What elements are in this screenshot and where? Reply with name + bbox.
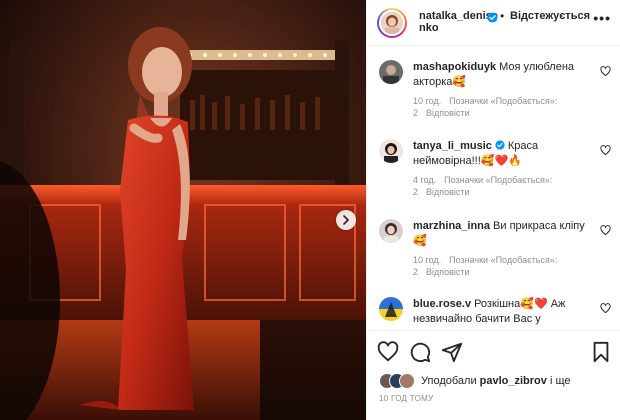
commenter-avatar[interactable] (379, 297, 403, 321)
comment-username[interactable]: blue.rose.v (413, 298, 471, 310)
commenter-avatar[interactable] (379, 139, 403, 163)
comments-list[interactable]: mashapokiduyk Моя улюблена акторка🥰 10 го… (367, 47, 620, 329)
comment-time[interactable]: 4 год. (413, 175, 436, 185)
likes-prefix: Уподобали (421, 375, 477, 387)
comment-username[interactable]: marzhina_inna (413, 220, 490, 232)
heart-icon[interactable] (377, 341, 399, 363)
post-photo[interactable] (0, 0, 366, 420)
avatar (399, 373, 415, 389)
comment-reply-button[interactable]: Відповісти (426, 187, 470, 197)
comment-username[interactable]: mashapokiduyk (413, 61, 496, 73)
owner-avatar-image (381, 12, 403, 34)
verified-badge-icon (487, 12, 498, 23)
more-options-button[interactable]: ••• (593, 10, 611, 26)
commenter-avatar[interactable] (379, 60, 403, 84)
post-details-panel: natalka_denisenko • Відстежується ••• ma… (366, 0, 620, 420)
comment-username[interactable]: tanya_li_music (413, 140, 492, 152)
comment-reply-button[interactable]: Відповісти (426, 108, 470, 118)
bookmark-icon[interactable] (591, 341, 611, 363)
comment-time[interactable]: 10 год. (413, 96, 441, 106)
comment-reply-button[interactable]: Відповісти (426, 267, 470, 277)
owner-avatar[interactable] (377, 8, 407, 38)
avatar-image (379, 139, 403, 163)
heart-icon[interactable] (600, 225, 611, 236)
next-image-button[interactable] (336, 210, 356, 230)
heart-icon[interactable] (600, 303, 611, 314)
separator-dot: • (500, 9, 505, 23)
photo-image (0, 0, 366, 420)
heart-icon[interactable] (600, 145, 611, 156)
likes-suffix[interactable]: і ще (550, 375, 571, 387)
verified-badge-icon (495, 140, 505, 150)
liker-avatars (379, 373, 415, 389)
avatar-image (379, 297, 403, 321)
heart-icon[interactable] (600, 66, 611, 77)
likes-text: Уподобали pavlo_zibrov і ще (421, 375, 571, 387)
commenter-avatar[interactable] (379, 219, 403, 243)
comment-icon[interactable] (409, 341, 431, 363)
liker-username[interactable]: pavlo_zibrov (480, 375, 547, 387)
comment-time[interactable]: 10 год. (413, 255, 441, 265)
avatar-image (379, 219, 403, 243)
action-bar (367, 330, 620, 372)
share-icon[interactable] (441, 341, 463, 363)
chevron-right-icon (343, 215, 349, 225)
post-header: natalka_denisenko • Відстежується ••• (367, 0, 620, 46)
avatar-image (379, 60, 403, 84)
likes-summary[interactable]: Уподобали pavlo_zibrov і ще (379, 372, 619, 390)
post-timestamp[interactable]: 10 ГОД ТОМУ (379, 394, 434, 403)
following-button[interactable]: Відстежується (510, 10, 590, 22)
